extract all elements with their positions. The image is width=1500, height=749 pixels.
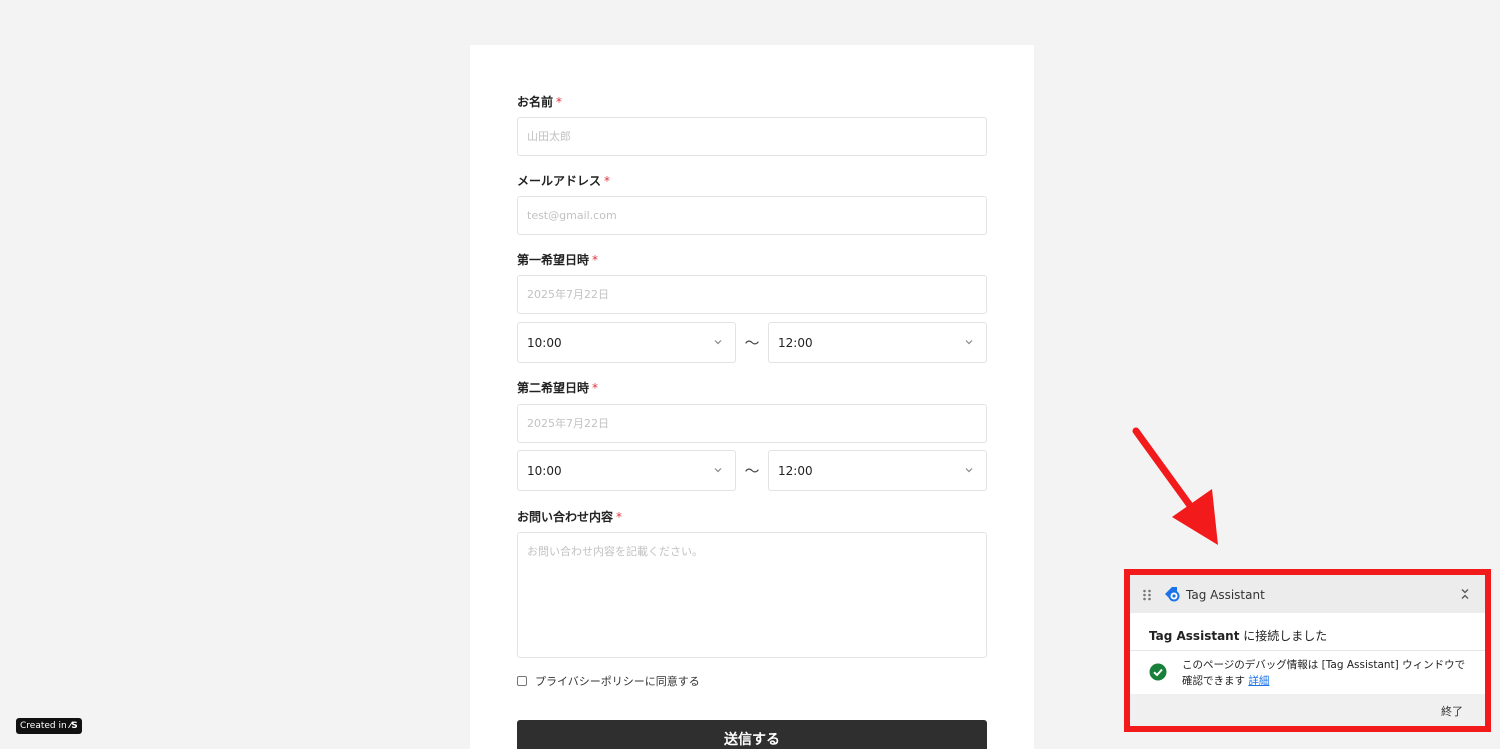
red-arrow-annotation xyxy=(1132,427,1218,545)
check-circle-icon xyxy=(1149,663,1167,681)
drag-handle-icon[interactable] xyxy=(1142,589,1152,601)
name-label: お名前 * xyxy=(517,95,563,109)
email-label: メールアドレス * xyxy=(517,174,611,188)
email-input[interactable] xyxy=(517,196,987,235)
required-mark: * xyxy=(592,381,599,395)
chevron-down-icon xyxy=(965,340,973,345)
privacy-checkbox[interactable] xyxy=(517,676,527,686)
divider xyxy=(1130,650,1485,651)
required-mark: * xyxy=(616,510,623,524)
tag-assistant-footer: 終了 xyxy=(1130,694,1485,726)
studio-logo: ⁄S xyxy=(69,721,78,731)
select-value: 10:00 xyxy=(527,335,562,350)
chevron-down-icon xyxy=(714,340,722,345)
range-separator: 〜 xyxy=(744,334,760,352)
submit-button[interactable]: 送信する xyxy=(517,720,987,749)
tag-assistant-title: Tag Assistant xyxy=(1186,588,1265,602)
required-mark: * xyxy=(556,95,563,109)
first-choice-start-select[interactable]: 10:00 xyxy=(517,322,736,363)
second-choice-end-select[interactable]: 12:00 xyxy=(768,450,987,491)
select-value: 12:00 xyxy=(778,335,813,350)
end-button[interactable]: 終了 xyxy=(1441,703,1463,719)
contact-form-card: お名前* メールアドレス* 第一希望日時* 10:00 〜 12:00 第二希望… xyxy=(470,45,1034,749)
inquiry-textarea[interactable] xyxy=(517,532,987,658)
first-choice-label: 第一希望日時 * xyxy=(517,253,599,267)
chevron-down-icon xyxy=(965,468,973,473)
required-mark: * xyxy=(592,253,599,267)
first-choice-date-input[interactable] xyxy=(517,275,987,314)
first-choice-end-select[interactable]: 12:00 xyxy=(768,322,987,363)
privacy-label: プライバシーポリシーに同意する xyxy=(535,675,700,688)
inquiry-label: お問い合わせ内容 * xyxy=(517,510,623,524)
privacy-agreement[interactable]: プライバシーポリシーに同意する xyxy=(517,673,700,689)
required-mark: * xyxy=(604,174,611,188)
debug-message: このページのデバッグ情報は [Tag Assistant] ウィンドウで確認でき… xyxy=(1182,659,1466,687)
select-value: 12:00 xyxy=(778,463,813,478)
tag-assistant-panel: Tag Assistant Tag Assistant に接続しました このペー… xyxy=(1124,569,1491,732)
second-choice-label: 第二希望日時 * xyxy=(517,381,599,395)
second-choice-date-input[interactable] xyxy=(517,404,987,443)
second-choice-start-select[interactable]: 10:00 xyxy=(517,450,736,491)
collapse-icon[interactable] xyxy=(1459,587,1471,601)
connected-status: Tag Assistant に接続しました xyxy=(1149,629,1328,643)
tag-assistant-logo-icon xyxy=(1165,587,1180,602)
badge-prefix: Created in xyxy=(20,721,67,731)
created-in-badge[interactable]: Created in ⁄S xyxy=(16,718,82,734)
chevron-down-icon xyxy=(714,468,722,473)
tag-assistant-header: Tag Assistant xyxy=(1130,575,1485,613)
select-value: 10:00 xyxy=(527,463,562,478)
range-separator: 〜 xyxy=(744,462,760,480)
details-link[interactable]: 詳細 xyxy=(1248,675,1269,687)
name-input[interactable] xyxy=(517,117,987,156)
tag-assistant-body: Tag Assistant に接続しました このページのデバッグ情報は [Tag… xyxy=(1130,613,1485,694)
